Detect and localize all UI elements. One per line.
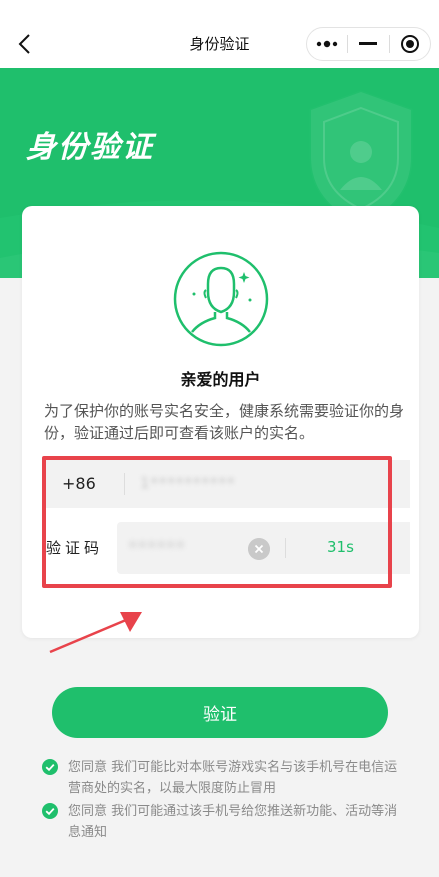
capsule-menu (306, 27, 431, 61)
user-avatar-icon (173, 251, 269, 347)
checkbox-checked-icon[interactable] (42, 803, 58, 819)
agreement-text: 您同意 我们可能比对本账号游戏实名与该手机号在电信运营商处的实名，以最大限度防止… (68, 760, 398, 796)
description-text: 为了保护你的账号实名安全，健康系统需要验证你的身份，验证通过后即可查看该账户的实… (44, 402, 405, 442)
nav-bar: 身份验证 (0, 0, 439, 68)
resend-countdown[interactable]: 31s (327, 538, 354, 556)
divider (285, 538, 286, 558)
phone-number-field[interactable]: 1********** (140, 474, 236, 492)
divider (124, 473, 125, 495)
verify-button[interactable]: 验证 (52, 687, 388, 738)
phone-row: +86 1********** (44, 460, 410, 508)
minimize-icon[interactable] (348, 28, 388, 60)
checkbox-checked-icon[interactable] (42, 759, 58, 775)
target-close-icon[interactable] (390, 28, 430, 60)
verification-card: 亲爱的用户 为了保护你的账号实名安全，健康系统需要验证你的身份，验证通过后即可查… (22, 206, 419, 638)
hero-title: 身份验证 (26, 130, 154, 165)
code-row: 验证码 ****** 31s (44, 518, 410, 576)
code-label: 验证码 (46, 539, 104, 557)
annotation-arrow-icon (49, 612, 142, 654)
clear-icon[interactable] (248, 538, 270, 560)
greeting: 亲爱的用户 (180, 370, 261, 389)
agreement-text: 您同意 我们可能通过该手机号给您推送新功能、活动等消息通知 (68, 804, 398, 840)
country-code[interactable]: +86 (62, 474, 96, 493)
code-input-box[interactable]: ****** 31s (117, 522, 410, 574)
more-dots-icon[interactable] (307, 28, 347, 60)
code-input[interactable]: ****** (129, 538, 186, 556)
